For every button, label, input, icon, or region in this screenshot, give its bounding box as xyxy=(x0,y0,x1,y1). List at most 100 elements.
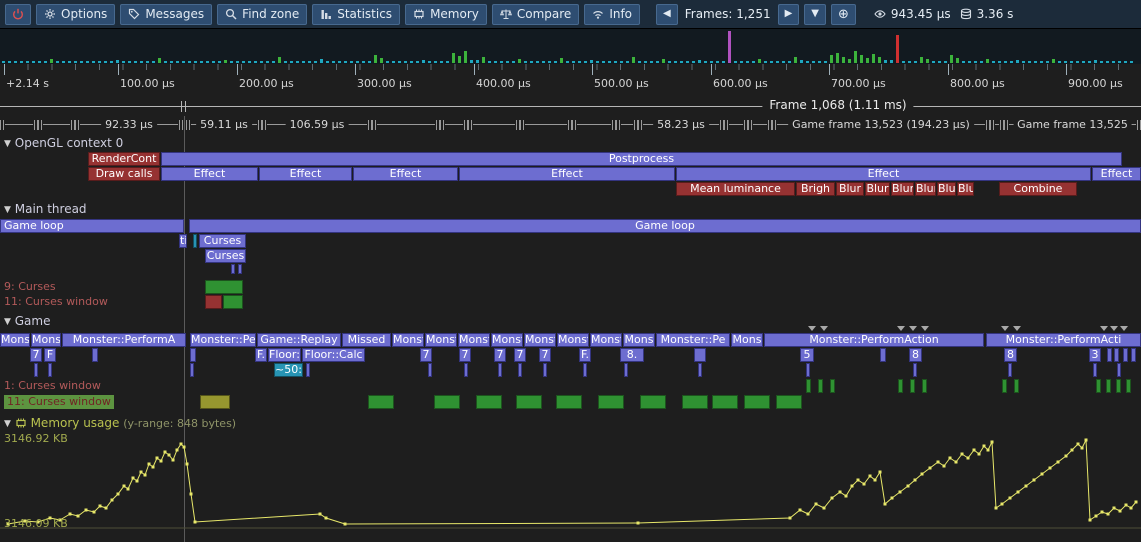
zone-bar[interactable]: Monster::PerformActi xyxy=(986,333,1141,347)
zone-bar[interactable] xyxy=(880,348,886,362)
lock-label-9[interactable]: 9: Curses xyxy=(4,280,56,294)
zone-bar[interactable] xyxy=(682,395,708,409)
message-marker-icon[interactable] xyxy=(1013,326,1021,331)
collapse-icon[interactable]: ▼ xyxy=(4,139,11,149)
zone-bar[interactable]: Effect xyxy=(459,167,675,181)
zone-bar[interactable] xyxy=(744,395,770,409)
zone-bar[interactable]: F. xyxy=(255,348,267,362)
zone-bar[interactable]: Monst xyxy=(392,333,424,347)
zone-bar[interactable] xyxy=(898,379,903,393)
zone-bar[interactable] xyxy=(640,395,666,409)
message-marker-icon[interactable] xyxy=(1110,326,1118,331)
frame-separator[interactable]: 59.11 µs xyxy=(186,120,262,130)
zone-bar[interactable]: Monster::Pe xyxy=(656,333,730,347)
zone-bar[interactable]: Blur xyxy=(957,182,974,196)
zone-bar[interactable]: Missed xyxy=(342,333,391,347)
zone-bar[interactable] xyxy=(1002,379,1007,393)
zone-bar[interactable]: ti xyxy=(179,234,187,248)
zone-bar[interactable]: 8. xyxy=(620,348,644,362)
zone-bar[interactable]: 8 xyxy=(1004,348,1017,362)
zone-bar[interactable] xyxy=(598,395,624,409)
zone-bar[interactable] xyxy=(190,348,196,362)
zone-bar[interactable]: Blur xyxy=(865,182,890,196)
zone-bar[interactable] xyxy=(200,395,230,409)
zone-bar[interactable]: 7 xyxy=(420,348,432,362)
zone-bar[interactable]: 7 xyxy=(514,348,526,362)
zone-bar[interactable] xyxy=(498,363,502,377)
zone-bar[interactable] xyxy=(1131,348,1136,362)
memory-plot[interactable] xyxy=(0,434,1141,542)
zone-bar[interactable] xyxy=(231,264,235,274)
zone-bar[interactable] xyxy=(238,264,242,274)
zone-bar[interactable] xyxy=(1116,379,1121,393)
zone-bar[interactable]: F. xyxy=(579,348,591,362)
zone-bar[interactable]: Effect xyxy=(353,167,458,181)
zone-bar[interactable] xyxy=(1114,348,1119,362)
zone-bar[interactable]: Monste xyxy=(524,333,556,347)
message-marker-icon[interactable] xyxy=(909,326,917,331)
zone-bar[interactable]: Monst xyxy=(425,333,457,347)
zone-bar[interactable]: RenderCont xyxy=(88,152,160,166)
zone-bar[interactable] xyxy=(1008,363,1012,377)
zone-bar[interactable] xyxy=(223,295,243,309)
section-main-thread-header[interactable]: ▼ Main thread xyxy=(4,202,87,216)
zone-bar[interactable]: Blur xyxy=(937,182,956,196)
zone-bar[interactable] xyxy=(205,280,243,294)
zone-bar[interactable]: Monste xyxy=(31,333,61,347)
zone-bar[interactable]: 3 xyxy=(1089,348,1101,362)
zone-bar[interactable]: 7 xyxy=(459,348,471,362)
zone-bar[interactable] xyxy=(583,363,587,377)
section-opengl-header[interactable]: ▼ OpenGL context 0 xyxy=(4,136,123,150)
zone-bar[interactable] xyxy=(205,295,222,309)
zone-bar[interactable] xyxy=(806,363,810,377)
lock-label-curses-1[interactable]: 1: Curses window xyxy=(4,379,101,393)
frame-separator[interactable]: Game frame 13,525 xyxy=(1004,120,1141,130)
zone-bar[interactable]: Effect xyxy=(676,167,1091,181)
zone-bar[interactable] xyxy=(694,348,706,362)
zone-bar[interactable]: Monst xyxy=(491,333,523,347)
zone-bar[interactable] xyxy=(543,363,547,377)
message-marker-icon[interactable] xyxy=(808,326,816,331)
zone-bar[interactable] xyxy=(712,395,738,409)
zone-bar[interactable] xyxy=(913,363,917,377)
zone-bar[interactable] xyxy=(368,395,394,409)
zone-bar[interactable]: Monste xyxy=(590,333,622,347)
zone-bar[interactable]: Effect xyxy=(259,167,352,181)
zone-bar[interactable] xyxy=(806,379,811,393)
zone-bar[interactable] xyxy=(556,395,582,409)
lock-label-11[interactable]: 11: Curses window xyxy=(4,295,108,309)
zone-bar[interactable]: Monster::PerformAction xyxy=(764,333,984,347)
zone-bar[interactable] xyxy=(92,348,98,362)
message-marker-icon[interactable] xyxy=(1100,326,1108,331)
zone-bar[interactable] xyxy=(818,379,823,393)
zone-bar[interactable]: Curses xyxy=(199,234,246,248)
zone-bar[interactable]: Curses xyxy=(205,249,246,263)
zone-bar[interactable]: Monst xyxy=(458,333,490,347)
zone-bar[interactable] xyxy=(464,363,468,377)
collapse-icon[interactable]: ▼ xyxy=(4,317,11,327)
lock-label-curses-11-selected[interactable]: 11: Curses window xyxy=(4,395,114,409)
zone-bar[interactable] xyxy=(910,379,915,393)
zone-bar[interactable]: Mean luminance xyxy=(676,182,795,196)
section-game-header[interactable]: ▼ Game xyxy=(4,314,50,328)
zone-bar[interactable]: Postprocess xyxy=(161,152,1122,166)
zone-bar[interactable]: F xyxy=(44,348,56,362)
zone-bar[interactable] xyxy=(428,363,432,377)
zone-bar[interactable]: 7 xyxy=(539,348,551,362)
zone-bar[interactable] xyxy=(190,363,194,377)
zone-bar[interactable] xyxy=(306,363,310,377)
message-marker-icon[interactable] xyxy=(897,326,905,331)
section-memory-header[interactable]: ▼ Memory usage (y-range: 848 bytes) xyxy=(4,416,236,430)
zone-bar[interactable] xyxy=(476,395,502,409)
zone-bar[interactable] xyxy=(48,363,52,377)
zone-bar[interactable] xyxy=(518,363,522,377)
zone-bar[interactable] xyxy=(1106,379,1111,393)
zone-bar[interactable]: Combine xyxy=(999,182,1077,196)
zone-bar[interactable] xyxy=(1093,363,1097,377)
zone-bar[interactable] xyxy=(34,363,38,377)
zone-bar[interactable]: Game loop xyxy=(0,219,184,233)
zone-bar[interactable]: Monste xyxy=(0,333,30,347)
zone-bar[interactable] xyxy=(1123,348,1128,362)
zone-bar[interactable]: 7 xyxy=(30,348,42,362)
zone-bar[interactable]: ~50: xyxy=(274,363,303,377)
